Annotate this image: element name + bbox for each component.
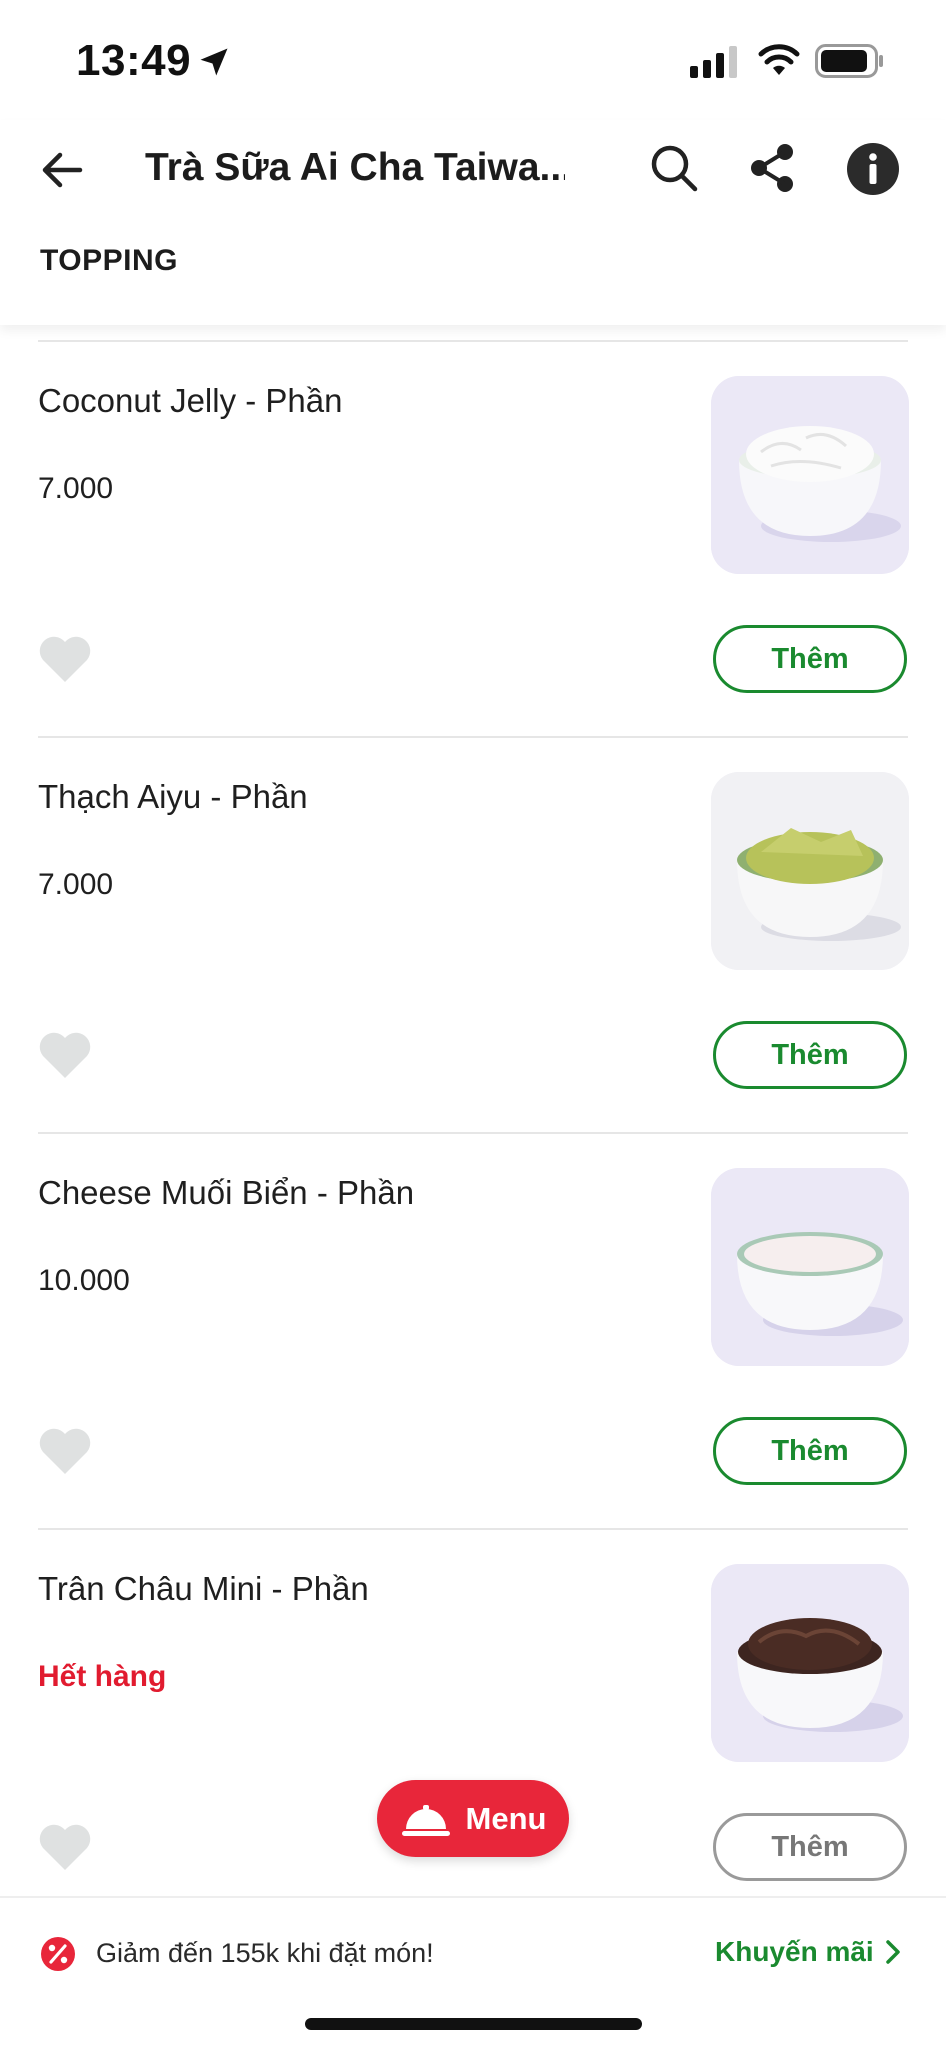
list-item-coconut-jelly[interactable]: Coconut Jelly - Phần 7.000 Thêm	[0, 342, 946, 737]
add-button[interactable]: Thêm	[713, 1021, 907, 1089]
menu-button-label: Menu	[465, 1800, 547, 1836]
item-name: Cheese Muối Biển - Phần	[38, 1174, 415, 1211]
promo-link[interactable]: Khuyến mãi	[715, 1936, 902, 1968]
item-name: Coconut Jelly - Phần	[38, 382, 343, 419]
item-price: 7.000	[38, 472, 114, 505]
item-image-coconut-jelly[interactable]	[711, 376, 909, 574]
promo-text: Giảm đến 155k khi đặt món!	[96, 1938, 434, 1968]
back-arrow-icon[interactable]	[36, 144, 88, 196]
promo-bar[interactable]: Giảm đến 155k khi đặt món! Khuyến mãi	[0, 1896, 946, 2048]
promo-link-label: Khuyến mãi	[715, 1936, 874, 1967]
status-time: 13:49	[76, 36, 192, 85]
item-price: 7.000	[38, 868, 114, 901]
item-name: Thạch Aiyu - Phần	[38, 778, 308, 815]
item-name: Trân Châu Mini - Phần	[38, 1570, 369, 1607]
soldout-label: Hết hàng	[38, 1660, 167, 1693]
store-title: Trà Sữa Ai Cha Taiwa...	[145, 146, 565, 189]
home-indicator[interactable]	[305, 2018, 642, 2030]
list-item-mini-pearls[interactable]: Trân Châu Mini - Phần Hết hàng Thêm	[0, 1530, 946, 1925]
item-image-mini-pearls[interactable]	[711, 1564, 909, 1762]
discount-badge-icon	[41, 1937, 75, 1971]
list-item-aiyu-jelly[interactable]: Thạch Aiyu - Phần 7.000 Thêm	[0, 738, 946, 1133]
list-item-sea-salt-cheese[interactable]: Cheese Muối Biển - Phần 10.000 Thêm	[0, 1134, 946, 1529]
share-icon[interactable]	[748, 142, 796, 194]
chevron-right-icon	[885, 1940, 900, 1964]
status-bar: 13:49	[0, 0, 946, 120]
search-icon[interactable]	[648, 142, 700, 194]
heart-icon[interactable]	[38, 634, 92, 684]
info-icon[interactable]	[846, 142, 900, 196]
heart-icon[interactable]	[38, 1030, 92, 1080]
cellular-signal-icon	[690, 46, 737, 78]
add-button-disabled[interactable]: Thêm	[713, 1813, 907, 1881]
item-image-aiyu-jelly[interactable]	[711, 772, 909, 970]
header: Trà Sữa Ai Cha Taiwa... TOPPING	[0, 120, 946, 325]
add-button[interactable]: Thêm	[713, 625, 907, 693]
battery-icon	[815, 44, 883, 78]
section-title: TOPPING	[40, 244, 178, 277]
cloche-icon	[401, 1804, 450, 1836]
location-arrow-icon	[200, 48, 228, 76]
heart-icon[interactable]	[38, 1822, 92, 1872]
add-button[interactable]: Thêm	[713, 1417, 907, 1485]
wifi-icon	[758, 44, 800, 75]
item-price: 10.000	[38, 1264, 130, 1297]
heart-icon[interactable]	[38, 1426, 92, 1476]
item-image-sea-salt-cheese[interactable]	[711, 1168, 909, 1366]
menu-button[interactable]: Menu	[377, 1780, 569, 1857]
